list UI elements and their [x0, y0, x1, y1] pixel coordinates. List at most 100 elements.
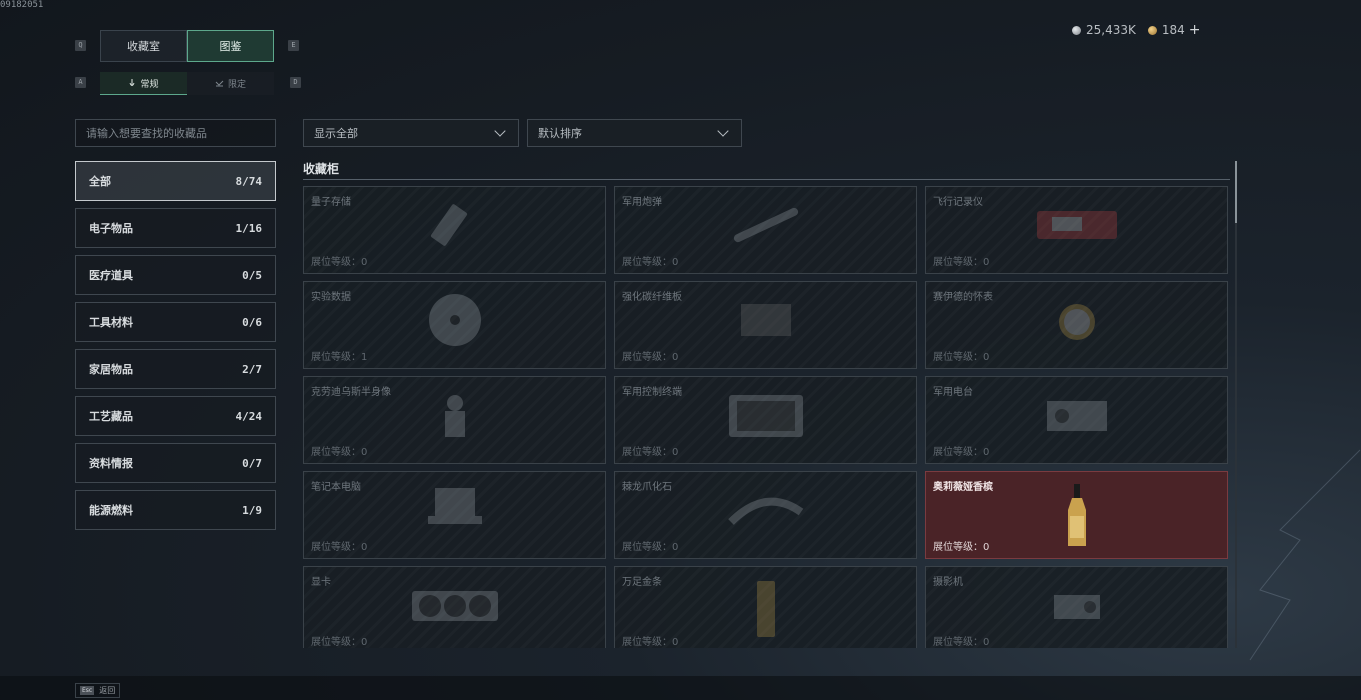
bust-statue-icon: [444, 395, 465, 437]
item-level: 展位等级：0: [933, 253, 989, 268]
level-label: 展位等级：: [311, 352, 361, 363]
section-divider: [303, 179, 1230, 180]
level-label: 展位等级：: [622, 352, 672, 363]
collection-card[interactable]: 克劳迪乌斯半身像 展位等级：0: [303, 376, 606, 464]
next-tab-key: E: [288, 40, 299, 51]
background-lightning-decoration: [1249, 449, 1361, 661]
category-item[interactable]: 家居物品 2/7: [75, 349, 276, 389]
collection-card[interactable]: 军用炮弹展位等级：0: [614, 186, 917, 274]
item-level: 展位等级：0: [933, 538, 989, 553]
build-id: 09182051: [0, 0, 44, 10]
category-label: 医疗道具: [89, 269, 133, 282]
prev-tab-key: Q: [75, 40, 86, 51]
category-item[interactable]: 医疗道具 0/5: [75, 255, 276, 295]
collection-card[interactable]: 棘龙爪化石 展位等级：0: [614, 471, 917, 559]
level-value: 0: [983, 542, 990, 553]
collection-card[interactable]: 奥莉薇娅香槟展位等级：0: [925, 471, 1228, 559]
gold-bar-icon: [756, 581, 775, 637]
level-label: 展位等级：: [622, 637, 672, 648]
level-label: 展位等级：: [311, 447, 361, 458]
item-level: 展位等级：1: [311, 348, 367, 363]
collection-card[interactable]: 实验数据 展位等级：1: [303, 281, 606, 369]
collection-card[interactable]: 军用控制终端 展位等级：0: [614, 376, 917, 464]
subtab-limited[interactable]: 限定: [187, 72, 274, 95]
item-level: 展位等级：0: [311, 538, 367, 553]
filter-dropdown[interactable]: 显示全部: [303, 119, 519, 147]
level-value: 0: [983, 447, 990, 458]
laptop-icon: [427, 488, 482, 524]
currency-bar: 25,433K 184 +: [1072, 22, 1201, 38]
subtab-regular[interactable]: 常规: [100, 72, 187, 95]
item-level: 展位等级：0: [311, 633, 367, 648]
champagne-bottle-icon: [1067, 484, 1086, 546]
collection-card[interactable]: 强化碳纤维板 展位等级：0: [614, 281, 917, 369]
category-count: 0/6: [242, 315, 262, 329]
category-count: 8/74: [235, 174, 263, 188]
add-currency-button[interactable]: +: [1189, 22, 1201, 38]
flight-recorder-icon: [1036, 211, 1117, 239]
level-label: 展位等级：: [933, 637, 983, 648]
item-name: 万足金条: [622, 577, 662, 588]
level-value: 0: [672, 447, 679, 458]
item-level: 展位等级：0: [311, 253, 367, 268]
prev-subtab-key: A: [75, 77, 86, 88]
category-count: 0/7: [242, 456, 262, 470]
tab-catalog[interactable]: 图鉴: [187, 30, 274, 62]
silver-currency: 25,433K: [1072, 23, 1136, 37]
item-level: 展位等级：0: [933, 633, 989, 648]
data-disc-icon: [428, 294, 481, 346]
back-button[interactable]: Esc 返回: [75, 683, 121, 698]
collection-card[interactable]: 笔记本电脑展位等级：0: [303, 471, 606, 559]
level-label: 展位等级：: [933, 257, 983, 268]
item-name: 奥莉薇娅香槟: [933, 482, 993, 493]
collection-card[interactable]: 量子存储展位等级：0: [303, 186, 606, 274]
sort-dropdown[interactable]: 默认排序: [527, 119, 742, 147]
section-title: 收藏柜: [303, 162, 340, 176]
category-item[interactable]: 资料情报 0/7: [75, 443, 276, 483]
level-label: 展位等级：: [622, 542, 672, 553]
search-input[interactable]: 请输入想要查找的收藏品: [75, 119, 276, 147]
level-value: 0: [672, 542, 679, 553]
pocket-watch-icon: [1058, 304, 1095, 340]
item-level: 展位等级：0: [622, 538, 678, 553]
category-item[interactable]: 能源燃料 1/9: [75, 490, 276, 530]
category-item[interactable]: 工具材料 0/6: [75, 302, 276, 342]
item-level: 展位等级：0: [622, 253, 678, 268]
item-name: 军用炮弹: [622, 197, 662, 208]
item-level: 展位等级：0: [311, 443, 367, 458]
collection-card[interactable]: 军用电台 展位等级：0: [925, 376, 1228, 464]
item-name: 显卡: [311, 577, 331, 588]
item-name: 飞行记录仪: [933, 197, 983, 208]
tab-collection-room[interactable]: 收藏室: [100, 30, 187, 62]
artillery-shell-icon: [733, 207, 798, 243]
category-item[interactable]: 工艺藏品 4/24: [75, 396, 276, 436]
level-label: 展位等级：: [311, 257, 361, 268]
military-radio-icon: [1046, 401, 1107, 431]
level-value: 0: [983, 637, 990, 648]
collection-card[interactable]: 赛伊德的怀表 展位等级：0: [925, 281, 1228, 369]
category-label: 工具材料: [89, 316, 133, 329]
collection-card[interactable]: 飞行记录仪展位等级：0: [925, 186, 1228, 274]
category-count: 1/9: [242, 503, 262, 517]
level-value: 0: [361, 447, 368, 458]
esc-key-icon: Esc: [80, 686, 95, 695]
silver-amount: 25,433K: [1086, 23, 1136, 37]
category-item[interactable]: 全部 8/74: [75, 161, 276, 201]
level-value: 0: [672, 352, 679, 363]
bottom-bar: [0, 676, 1361, 700]
item-level: 展位等级：0: [622, 633, 678, 648]
scrollbar-thumb[interactable]: [1235, 161, 1237, 223]
category-label: 电子物品: [89, 222, 133, 235]
main-tabs: 收藏室 图鉴: [100, 30, 274, 62]
category-label: 能源燃料: [89, 504, 133, 517]
collection-card[interactable]: 摄影机 展位等级：0: [925, 566, 1228, 648]
item-name: 量子存储: [311, 197, 351, 208]
collection-card[interactable]: 显卡展位等级：0: [303, 566, 606, 648]
category-label: 家居物品: [89, 363, 133, 376]
collection-card[interactable]: 万足金条展位等级：0: [614, 566, 917, 648]
category-item[interactable]: 电子物品 1/16: [75, 208, 276, 248]
category-label: 全部: [89, 175, 111, 188]
scrollbar-track[interactable]: [1235, 161, 1237, 648]
item-name: 军用控制终端: [622, 387, 682, 398]
item-name: 笔记本电脑: [311, 482, 361, 493]
